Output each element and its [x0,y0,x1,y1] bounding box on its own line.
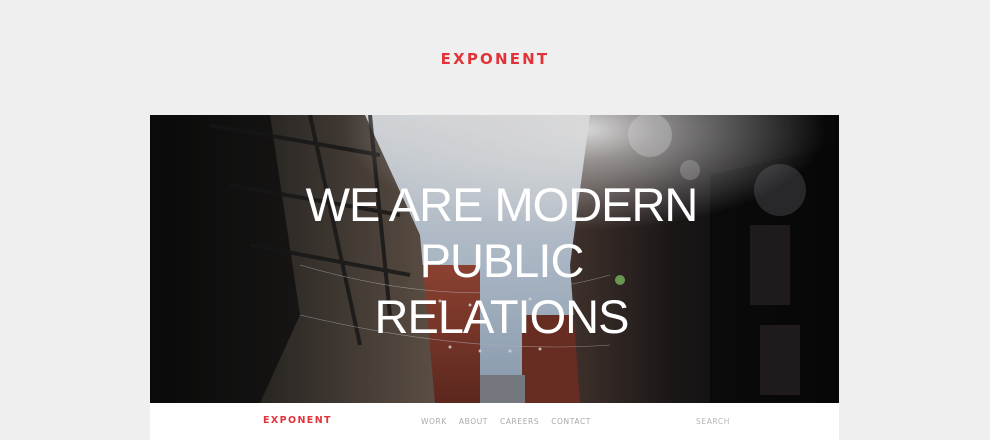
nav-link-contact[interactable]: CONTACT [551,417,591,426]
page: EXPONENT WE ARE MODERN PUBLIC RELATIONS … [0,0,990,440]
nav-link-work[interactable]: WORK [421,417,447,426]
headline-line-2: PUBLIC [419,234,585,287]
hero-banner: WE ARE MODERN PUBLIC RELATIONS [150,115,839,403]
headline-line-3: RELATIONS [374,290,630,343]
nav-link-careers[interactable]: CAREERS [500,417,539,426]
header-logo[interactable]: EXPONENT [0,50,990,68]
hero-headline: WE ARE MODERN PUBLIC RELATIONS [150,177,839,345]
nav-links: WORK ABOUT CAREERS CONTACT [421,417,591,426]
navbar-logo[interactable]: EXPONENT [263,415,332,426]
search-input[interactable]: SEARCH [696,417,730,426]
headline-line-1: WE ARE MODERN [305,178,699,231]
bottom-navbar: EXPONENT WORK ABOUT CAREERS CONTACT SEAR… [150,403,839,440]
nav-link-about[interactable]: ABOUT [459,417,488,426]
